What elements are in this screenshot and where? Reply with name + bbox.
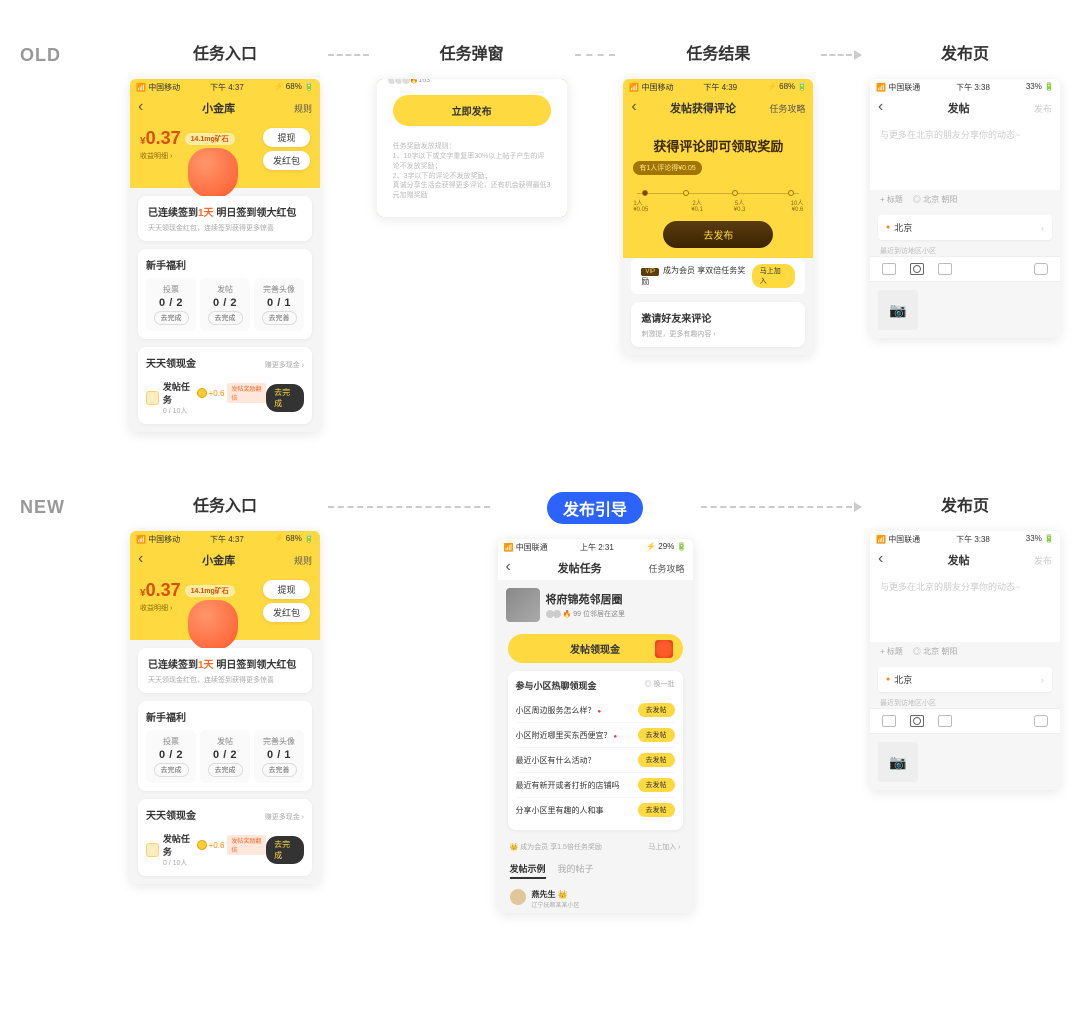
topics-card: 参与小区热聊领现金◎ 换一批 小区周边服务怎么样？●去发帖 小区附近哪里买东西便… xyxy=(508,671,683,830)
screen-popup: 📶 中国移动下午 4:38⚡ 68% 🔋 发帖获得评论任务攻略 获得评论即可领取… xyxy=(377,79,567,217)
back-icon[interactable] xyxy=(878,554,883,566)
screen-treasury-old: 📶 中国移动下午 4:37⚡ 68% 🔋 小金库规则 ¥0.3714.1mg矿石… xyxy=(130,79,320,432)
reward-headline: 获得评论即可领取奖励 xyxy=(633,136,803,155)
mascot-image xyxy=(188,148,238,198)
row-label-new: NEW xyxy=(20,492,90,518)
bottom-sheet: 发帖获得评论× 北京-星城国际邻居圈切换小区 › 嗨，星城国际的邻居们，快来部落… xyxy=(377,79,567,217)
status-bar: 📶 中国移动下午 4:37⚡ 68% 🔋 xyxy=(130,79,320,96)
topic-item[interactable]: 分享小区里有趣的人和事去发帖 xyxy=(516,798,675,822)
go-post-button[interactable]: 去发布 xyxy=(663,221,773,248)
flow-step-guide-pill: 发布引导 xyxy=(547,492,643,524)
publish-now-button[interactable]: 立即发布 xyxy=(393,95,551,126)
redpacket-button[interactable]: 发红包 xyxy=(263,151,310,170)
vip-banner[interactable]: VIP成为会员 享双倍任务奖励马上加入 xyxy=(631,258,805,294)
modal-overlay: 发帖获得评论× 北京-星城国际邻居圈切换小区 › 嗨，星城国际的邻居们，快来部落… xyxy=(377,79,567,217)
avatar xyxy=(510,889,526,905)
back-icon[interactable] xyxy=(878,102,883,114)
post-earn-banner[interactable]: 发帖领现金 xyxy=(508,634,683,663)
flow-step-entry: 任务入口 xyxy=(193,40,257,64)
back-icon[interactable] xyxy=(138,554,143,566)
screen-treasury-new: 📶 中国移动下午 4:37⚡ 68% 🔋 小金库规则 ¥0.3714.1mg矿石… xyxy=(130,531,320,884)
screen-guide: 📶 中国联通上午 2:31⚡ 29% 🔋 发帖任务任务攻略 将府锦苑邻居圈 🔥 … xyxy=(498,539,693,913)
task-cell-avatar[interactable]: 完善头像0 / 1去完善 xyxy=(254,278,304,331)
publish-button[interactable]: 发布 xyxy=(1034,102,1052,115)
go-complete-button[interactable]: 去完成 xyxy=(266,384,304,412)
camera-icon[interactable] xyxy=(910,263,924,275)
back-icon[interactable] xyxy=(506,562,511,574)
back-icon[interactable] xyxy=(138,102,143,114)
status-bar: 📶 中国移动下午 4:39⚡ 68% 🔋 xyxy=(623,79,813,96)
task-cell-vote[interactable]: 投票0 / 2去完成 xyxy=(146,278,196,331)
location-tag[interactable]: ◎ 北京 朝阳 xyxy=(913,646,957,657)
community-header[interactable]: 将府锦苑邻居圈 🔥 99 位邻居在这里 xyxy=(498,580,693,630)
add-title-button[interactable]: + 标题 xyxy=(880,646,903,657)
rules-link[interactable]: 规则 xyxy=(294,102,312,115)
nav-bar: 发帖获得评论任务攻略 xyxy=(623,96,813,120)
invite-card[interactable]: 邀请好友来评论 刺激提，更多有趣内容 › xyxy=(631,302,805,347)
media-toolbar xyxy=(870,256,1060,282)
screen-publish-new: 📶 中国联通下午 3:3833% 🔋 发帖发布 与更多在北京的朋友分享你的动态~… xyxy=(870,531,1060,790)
screen-result: 📶 中国移动下午 4:39⚡ 68% 🔋 发帖获得评论任务攻略 获得评论即可领取… xyxy=(623,79,813,355)
image-placeholder[interactable]: 📷 xyxy=(878,290,918,330)
refresh-topics[interactable]: ◎ 换一批 xyxy=(645,679,675,692)
location-bar[interactable]: 北京› xyxy=(878,667,1052,692)
flow-step-publish: 发布页 xyxy=(941,40,989,64)
withdraw-button[interactable]: 提现 xyxy=(263,128,310,147)
video-icon[interactable] xyxy=(882,263,896,275)
emoji-icon[interactable] xyxy=(1034,715,1048,727)
example-post[interactable]: 燕先生 👑辽宁抚顺某某小区 xyxy=(498,885,693,913)
strategy-link[interactable]: 任务攻略 xyxy=(648,562,684,575)
rules-text: 任务奖励发放规则： 1、10字以下或文字重复率30%以上帖子产生的评论不发放奖励… xyxy=(387,136,557,207)
flow-step-publish: 发布页 xyxy=(941,492,989,516)
location-bar[interactable]: 北京› xyxy=(878,215,1052,240)
flow-step-popup: 任务弹窗 xyxy=(440,40,504,64)
location-tag[interactable]: ◎ 北京 朝阳 xyxy=(913,194,957,205)
tab-my-posts[interactable]: 我的帖子 xyxy=(558,862,594,879)
vip-link[interactable]: 👑 成为会员 享1.5倍任务奖励马上加入 › xyxy=(498,838,693,856)
row-label-old: OLD xyxy=(20,40,90,66)
status-bar: 📶 中国联通下午 3:3833% 🔋 xyxy=(870,79,1060,96)
go-post-button[interactable]: 去发帖 xyxy=(638,703,675,717)
topic-item[interactable]: 小区周边服务怎么样？●去发帖 xyxy=(516,698,675,723)
topic-item[interactable]: 最近小区有什么活动？去发帖 xyxy=(516,748,675,773)
example-tabs: 发帖示例我的帖子 xyxy=(498,856,693,885)
strategy-link[interactable]: 任务攻略 xyxy=(769,102,805,115)
post-task-icon xyxy=(146,391,159,405)
flow-step-result: 任务结果 xyxy=(686,40,750,64)
image-placeholder[interactable]: 📷 xyxy=(878,742,918,782)
earn-more-link[interactable]: 赚更多现金 › xyxy=(265,360,304,370)
gallery-icon[interactable] xyxy=(938,715,952,727)
balance-amount: ¥0.3714.1mg矿石 xyxy=(140,128,235,149)
content-textarea[interactable]: 与更多在北京的朋友分享你的动态~ xyxy=(870,120,1060,190)
daily-cash-card: 天天领现金赚更多现金 › 发帖任务+0.6发帖奖励翻倍0 / 10人 去完成 xyxy=(138,347,312,424)
nav-bar: 发帖发布 xyxy=(870,96,1060,120)
emoji-icon[interactable] xyxy=(1034,263,1048,275)
camera-icon[interactable] xyxy=(910,715,924,727)
task-cell-post[interactable]: 发帖0 / 2去完成 xyxy=(200,278,250,331)
vip-join-button[interactable]: 马上加入 xyxy=(752,264,796,288)
add-title-button[interactable]: + 标题 xyxy=(880,194,903,205)
streak-card: 已连续签到1天 明日签到领大红包 天天领现金红包，连续签到获得更多惊喜 xyxy=(138,196,312,241)
screen-publish-old: 📶 中国联通下午 3:3833% 🔋 发帖发布 与更多在北京的朋友分享你的动态~… xyxy=(870,79,1060,338)
topic-item[interactable]: 小区附近哪里买东西便宜？●去发帖 xyxy=(516,723,675,748)
content-textarea[interactable]: 与更多在北京的朋友分享你的动态~ xyxy=(870,572,1060,642)
back-icon[interactable] xyxy=(631,102,636,114)
topic-item[interactable]: 最近有新开或者打折的店铺吗去发帖 xyxy=(516,773,675,798)
video-icon[interactable] xyxy=(882,715,896,727)
community-thumbnail xyxy=(506,588,540,622)
nav-bar: 小金库规则 xyxy=(130,96,320,120)
newbie-card: 新手福利 投票0 / 2去完成 发帖0 / 2去完成 完善头像0 / 1去完善 xyxy=(138,249,312,339)
tab-example[interactable]: 发帖示例 xyxy=(510,862,546,879)
flow-step-entry: 任务入口 xyxy=(193,492,257,516)
publish-button[interactable]: 发布 xyxy=(1034,554,1052,567)
gallery-icon[interactable] xyxy=(938,263,952,275)
